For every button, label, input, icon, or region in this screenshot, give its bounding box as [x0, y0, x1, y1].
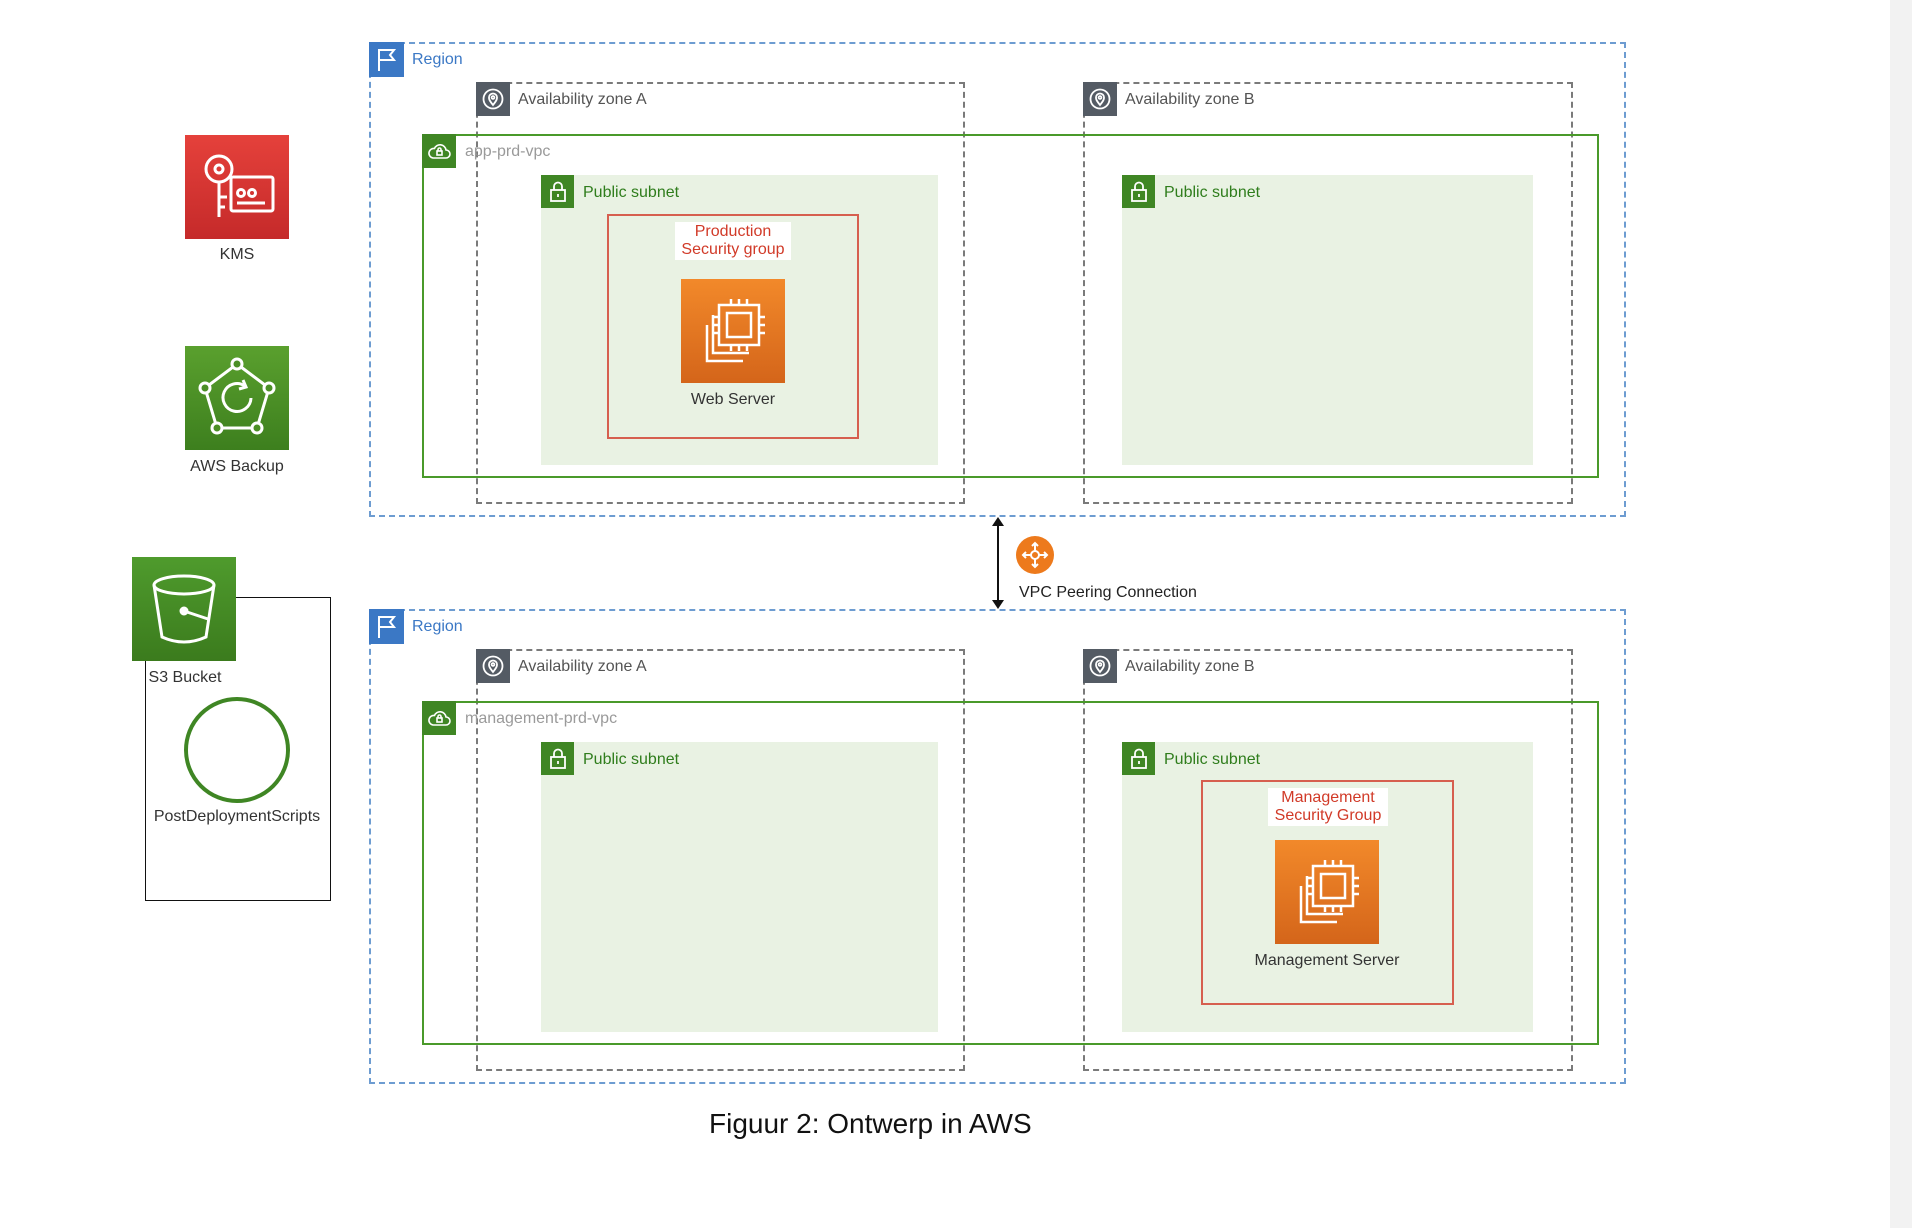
s3-bucket-label: S3 Bucket	[148, 669, 222, 686]
backup-icon	[185, 346, 289, 450]
region-2-label: Region	[412, 618, 463, 635]
web-server-label: Web Server	[690, 391, 776, 408]
management-server-label: Management Server	[1254, 952, 1400, 969]
peering-arrow	[992, 517, 1004, 609]
padlock-icon	[1122, 175, 1155, 208]
kms-icon	[185, 135, 289, 239]
peering-label: VPC Peering Connection	[1019, 584, 1197, 601]
post-deployment-scripts-label: PostDeploymentScripts	[153, 808, 321, 825]
region-2-az-a-label: Availability zone A	[518, 658, 647, 675]
post-deployment-scripts-icon	[184, 697, 290, 803]
s3-bucket-icon	[132, 557, 236, 661]
region-1-label: Region	[412, 51, 463, 68]
location-pin-icon	[1083, 82, 1117, 116]
location-pin-icon	[476, 649, 510, 683]
cloud-lock-icon	[422, 701, 456, 735]
padlock-icon	[541, 742, 574, 775]
figure-caption: Figuur 2: Ontwerp in AWS	[709, 1108, 1032, 1139]
region-1-az-b-label: Availability zone B	[1125, 91, 1255, 108]
location-pin-icon	[1083, 649, 1117, 683]
region-flag-icon	[369, 42, 404, 77]
backup-label: AWS Backup	[190, 458, 284, 475]
kms-label: KMS	[219, 246, 255, 263]
padlock-icon	[1122, 742, 1155, 775]
region-2-subnet-b-label: Public subnet	[1164, 751, 1261, 768]
region-2-subnet-a-label: Public subnet	[583, 751, 680, 768]
region-1-az-a-label: Availability zone A	[518, 91, 647, 108]
vpc-management-prd-label: management-prd-vpc	[465, 710, 618, 727]
region-1-subnet-b-label: Public subnet	[1164, 184, 1261, 201]
region-2-az-b-label: Availability zone B	[1125, 658, 1255, 675]
padlock-icon	[541, 175, 574, 208]
ec2-chip-icon	[1275, 840, 1379, 944]
management-security-group-label: Management Security Group	[1268, 788, 1388, 826]
region-flag-icon	[369, 609, 404, 644]
vpc-app-prd-label: app-prd-vpc	[465, 143, 551, 160]
scrollbar[interactable]	[1890, 0, 1912, 1228]
ec2-chip-icon	[681, 279, 785, 383]
cloud-lock-icon	[422, 134, 456, 168]
region-2-subnet-a	[541, 742, 938, 1032]
location-pin-icon	[476, 82, 510, 116]
region-1-subnet-b	[1122, 175, 1533, 465]
region-1-subnet-a-label: Public subnet	[583, 184, 680, 201]
peering-icon	[1016, 536, 1054, 574]
production-security-group-label: Production Security group	[675, 222, 791, 260]
